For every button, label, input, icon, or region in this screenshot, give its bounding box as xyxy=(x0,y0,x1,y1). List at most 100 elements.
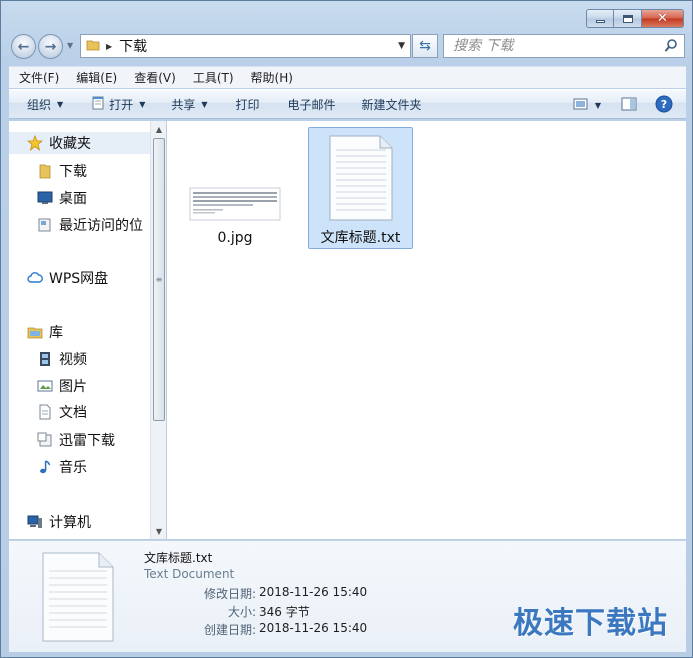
preview-pane-button[interactable] xyxy=(616,93,642,117)
chevron-down-icon: ▼ xyxy=(57,99,64,109)
new-folder-button[interactable]: 新建文件夹 xyxy=(354,92,430,116)
nav-libraries[interactable]: 库 xyxy=(27,321,63,343)
open-label: 打开 xyxy=(109,97,134,112)
nav-computer[interactable]: 计算机 xyxy=(27,511,91,533)
cloud-icon xyxy=(27,270,43,286)
download-folder-icon xyxy=(37,163,53,179)
details-pane: 文库标题.txt Text Document 修改日期: 2018-11-26 … xyxy=(9,540,686,652)
file-name: 文库标题.txt xyxy=(320,230,401,246)
minimize-icon xyxy=(595,20,605,23)
nav-label: 收藏夹 xyxy=(49,136,91,152)
menu-tools[interactable]: 工具(T) xyxy=(183,69,241,86)
email-label: 电子邮件 xyxy=(287,97,336,112)
print-label: 打印 xyxy=(235,97,260,112)
details-size-value: 346 字节 xyxy=(259,605,310,619)
star-icon xyxy=(27,135,43,151)
folder-icon xyxy=(86,38,100,55)
maximize-button[interactable] xyxy=(614,9,642,28)
nav-music[interactable]: 音乐 xyxy=(37,456,87,478)
menu-file[interactable]: 文件(F) xyxy=(9,69,66,86)
nav-label: 计算机 xyxy=(49,515,91,531)
file-item-jpg[interactable]: 0.jpg xyxy=(185,187,285,246)
notepad-icon xyxy=(91,96,105,113)
scroll-down-icon[interactable]: ▼ xyxy=(151,523,167,539)
details-size-row: 大小: 346 字节 xyxy=(144,603,310,620)
caption-buttons: ✕ xyxy=(586,9,684,28)
menu-bar: 文件(F) 编辑(E) 查看(V) 工具(T) 帮助(H) xyxy=(9,66,686,88)
desktop-icon xyxy=(37,190,53,206)
command-bar: 组织 ▼ 打开 ▼ 共享 ▼ 打印 电子邮件 新建文件夹 ▼ ? xyxy=(9,89,686,119)
open-button[interactable]: 打开 ▼ xyxy=(83,92,153,116)
details-size-label: 大小: xyxy=(227,605,256,619)
file-name: 0.jpg xyxy=(217,230,253,246)
computer-icon xyxy=(27,514,43,530)
address-bar[interactable]: ▶ 下载 ▼ xyxy=(80,34,411,58)
chevron-down-icon: ▼ xyxy=(139,99,146,109)
maximize-icon xyxy=(622,14,633,23)
nav-xunlei[interactable]: 迅雷下载 xyxy=(37,429,115,451)
nav-videos[interactable]: 视频 xyxy=(37,348,87,370)
nav-label: 音乐 xyxy=(59,460,87,476)
change-view-button[interactable]: ▼ xyxy=(568,93,606,117)
help-button[interactable]: ? xyxy=(650,93,678,117)
nav-wps-cloud[interactable]: WPS网盘 xyxy=(27,267,108,289)
nav-desktop[interactable]: 桌面 xyxy=(37,187,87,209)
view-controls: ▼ ? xyxy=(568,93,678,117)
nav-label: 迅雷下载 xyxy=(59,433,115,449)
print-button[interactable]: 打印 xyxy=(228,92,268,116)
music-icon xyxy=(37,459,53,475)
search-input[interactable] xyxy=(453,38,653,54)
recent-locations-dropdown[interactable]: ▼ xyxy=(67,41,73,50)
svg-text:?: ? xyxy=(661,98,667,111)
share-button[interactable]: 共享 ▼ xyxy=(163,92,215,116)
details-created-row: 创建日期: 2018-11-26 15:40 xyxy=(144,621,367,638)
back-button[interactable]: ← xyxy=(11,34,36,59)
file-list: 0.jpg 文库标题.txt xyxy=(167,121,686,539)
email-button[interactable]: 电子邮件 xyxy=(280,92,344,116)
refresh-button[interactable]: ⇆ xyxy=(412,34,438,58)
nav-downloads[interactable]: 下载 xyxy=(37,160,87,182)
details-created-label: 创建日期: xyxy=(203,623,256,637)
watermark-text: 极速下载站 xyxy=(513,606,668,641)
search-box[interactable] xyxy=(443,34,685,58)
forward-button[interactable]: → xyxy=(38,34,63,59)
details-modified-row: 修改日期: 2018-11-26 15:40 xyxy=(144,585,367,602)
xunlei-icon xyxy=(37,432,53,448)
menu-edit[interactable]: 编辑(E) xyxy=(66,69,124,86)
scroll-thumb[interactable]: ≡ xyxy=(153,138,165,421)
close-button[interactable]: ✕ xyxy=(642,9,684,28)
details-modified-value: 2018-11-26 15:40 xyxy=(259,585,368,599)
forward-arrow-icon: → xyxy=(44,38,57,55)
back-arrow-icon: ← xyxy=(17,38,30,55)
close-icon: ✕ xyxy=(657,11,668,26)
nav-label: 最近访问的位 xyxy=(59,218,143,234)
chevron-down-icon: ▼ xyxy=(201,99,208,109)
nav-label: 文档 xyxy=(59,405,87,421)
library-icon xyxy=(27,324,43,340)
nav-favorites[interactable]: 收藏夹 xyxy=(9,132,150,154)
picture-icon xyxy=(37,378,53,394)
minimize-button[interactable] xyxy=(586,9,614,28)
image-thumbnail-icon xyxy=(189,187,281,224)
navigation-scrollbar[interactable]: ▲ ≡ ▼ xyxy=(150,121,166,539)
nav-label: 图片 xyxy=(59,379,87,395)
menu-view[interactable]: 查看(V) xyxy=(124,69,183,86)
nav-documents[interactable]: 文档 xyxy=(37,401,87,423)
details-created-value: 2018-11-26 15:40 xyxy=(259,621,368,635)
details-file-icon xyxy=(41,551,115,646)
navigation-pane: 收藏夹 下载 桌面 最近访问的位 WPS网盘 库 视频 图片 文档 迅雷下载 音… xyxy=(9,121,150,539)
nav-recent-places[interactable]: 最近访问的位 xyxy=(37,214,143,236)
search-icon[interactable] xyxy=(664,38,678,57)
breadcrumb-current[interactable]: 下载 xyxy=(119,36,147,56)
breadcrumb-separator-icon[interactable]: ▶ xyxy=(106,42,112,51)
scroll-up-icon[interactable]: ▲ xyxy=(151,121,167,137)
nav-label: WPS网盘 xyxy=(49,271,109,287)
details-modified-label: 修改日期: xyxy=(203,587,256,601)
organize-label: 组织 xyxy=(27,97,52,112)
details-file-name: 文库标题.txt xyxy=(144,551,213,565)
address-dropdown-icon[interactable]: ▼ xyxy=(398,41,405,51)
file-item-txt[interactable]: 文库标题.txt xyxy=(308,127,413,249)
menu-help[interactable]: 帮助(H) xyxy=(241,69,300,86)
organize-button[interactable]: 组织 ▼ xyxy=(19,92,71,116)
nav-pictures[interactable]: 图片 xyxy=(37,375,87,397)
